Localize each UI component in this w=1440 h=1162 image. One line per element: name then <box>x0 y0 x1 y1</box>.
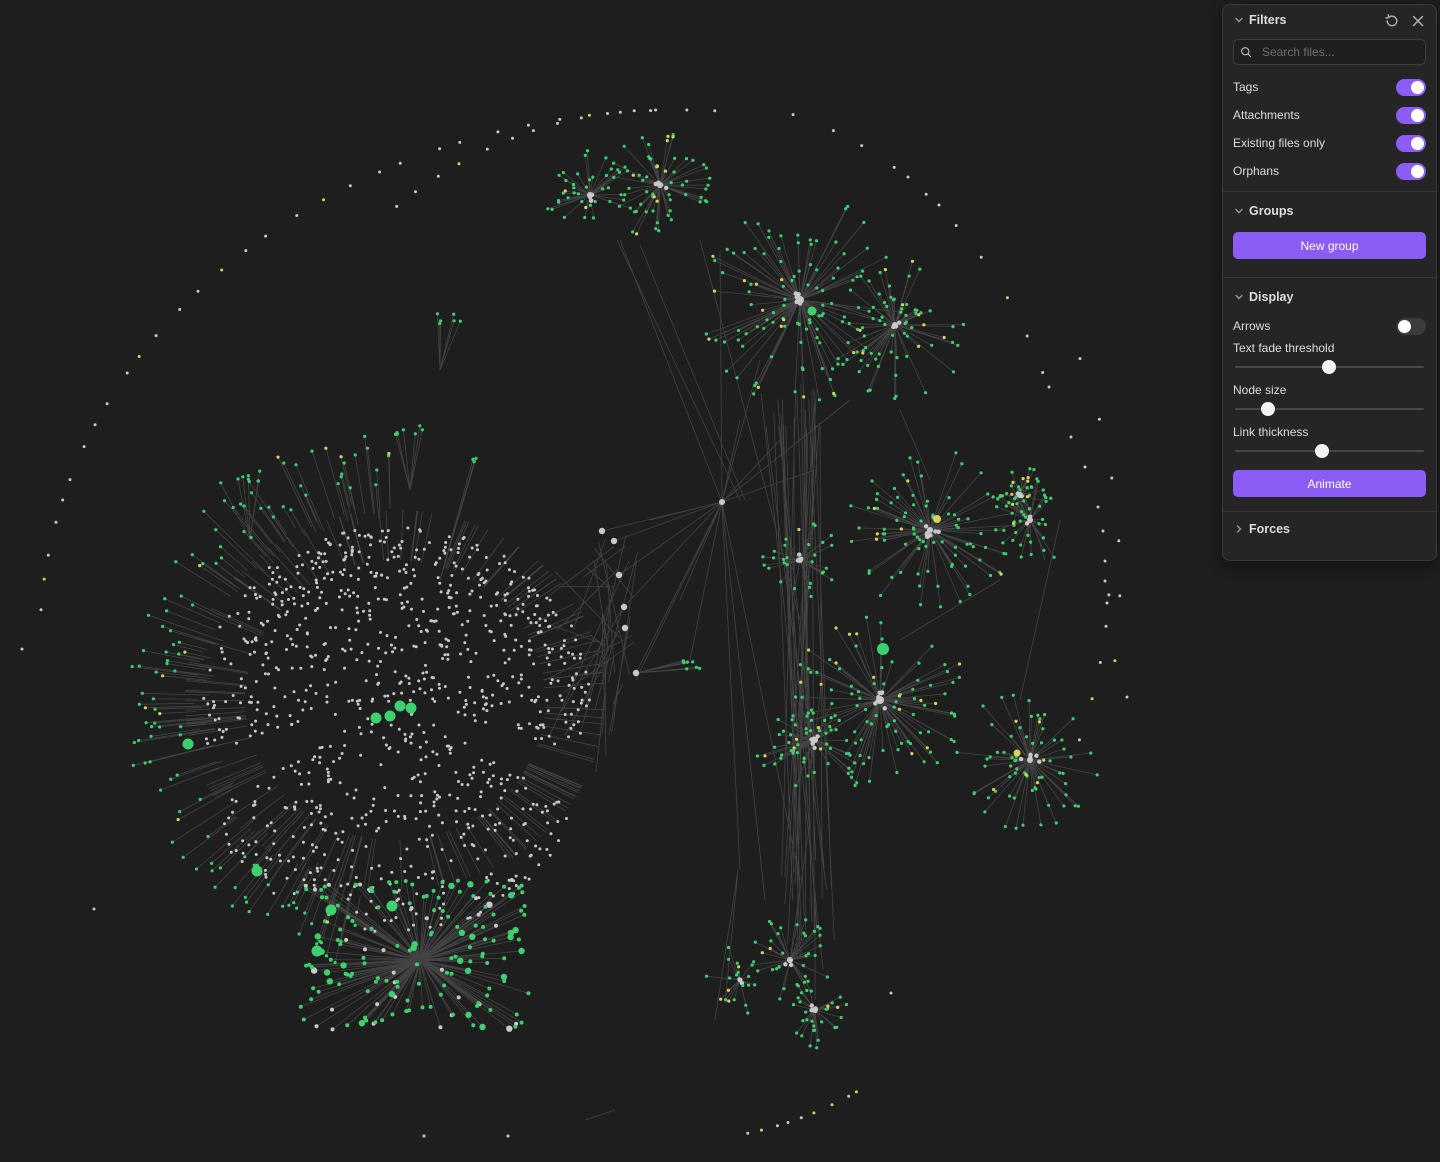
slider-thumb[interactable] <box>1322 360 1336 374</box>
attachments-label: Attachments <box>1233 108 1300 122</box>
link-thickness-control: Link thickness <box>1223 424 1436 462</box>
forces-header[interactable]: Forces <box>1223 514 1436 544</box>
chevron-down-icon <box>1235 208 1243 214</box>
attachments-toggle[interactable] <box>1396 106 1426 124</box>
orphans-toggle[interactable] <box>1396 162 1426 180</box>
groups-header[interactable]: Groups <box>1223 196 1436 226</box>
toggle-row-tags: Tags <box>1223 73 1436 101</box>
node-size-slider[interactable] <box>1233 398 1426 420</box>
new-group-button[interactable]: New group <box>1233 232 1426 259</box>
filters-section: Filters Tags Attachments <box>1223 5 1436 192</box>
link-thickness-slider[interactable] <box>1233 440 1426 462</box>
chevron-right-icon <box>1236 525 1242 533</box>
text-fade-threshold-label: Text fade threshold <box>1233 341 1335 355</box>
text-fade-threshold-slider[interactable] <box>1233 356 1426 378</box>
search-files-input[interactable] <box>1260 44 1419 60</box>
chevron-down-icon <box>1235 294 1243 300</box>
graph-node-group <box>20 108 1129 1138</box>
toggle-row-existing-files: Existing files only <box>1223 129 1436 157</box>
node-size-control: Node size <box>1223 382 1436 420</box>
search-files-field[interactable] <box>1233 39 1426 65</box>
groups-section: Groups New group <box>1223 192 1436 278</box>
animate-button[interactable]: Animate <box>1233 470 1426 497</box>
toggle-knob <box>1411 164 1424 178</box>
tags-label: Tags <box>1233 80 1259 94</box>
toggle-knob <box>1411 80 1424 94</box>
arrows-label: Arrows <box>1233 319 1271 333</box>
graph-node-group <box>42 113 1117 1132</box>
search-icon <box>1241 47 1252 58</box>
toggle-knob <box>1411 108 1424 122</box>
toggle-row-attachments: Attachments <box>1223 101 1436 129</box>
chevron-down-icon <box>1235 17 1243 23</box>
slider-track <box>1235 450 1424 452</box>
text-fade-threshold-control: Text fade threshold <box>1223 340 1436 378</box>
toggle-knob <box>1398 319 1411 333</box>
arrows-toggle[interactable] <box>1396 317 1426 335</box>
restore-default-icon[interactable] <box>1384 13 1400 29</box>
toggle-row-arrows: Arrows <box>1223 312 1436 340</box>
display-title: Display <box>1249 290 1294 304</box>
link-thickness-label: Link thickness <box>1233 425 1309 439</box>
graph-links <box>132 134 1098 1121</box>
toggle-row-orphans: Orphans <box>1223 157 1436 185</box>
groups-title: Groups <box>1249 204 1294 218</box>
graph-node-group <box>130 133 1099 1050</box>
close-icon[interactable] <box>1410 13 1426 29</box>
toggle-knob <box>1411 136 1424 150</box>
filters-header[interactable]: Filters <box>1223 5 1436 35</box>
display-header[interactable]: Display <box>1223 282 1436 312</box>
graph-settings-panel: Filters Tags Attachments <box>1222 4 1437 561</box>
node-size-label: Node size <box>1233 383 1287 397</box>
tags-toggle[interactable] <box>1396 78 1426 96</box>
slider-thumb[interactable] <box>1261 402 1276 416</box>
forces-title: Forces <box>1249 522 1290 536</box>
slider-thumb[interactable] <box>1314 444 1329 458</box>
orphans-label: Orphans <box>1233 164 1280 178</box>
existing-files-label: Existing files only <box>1233 136 1326 150</box>
forces-section: Forces <box>1223 512 1436 544</box>
display-section: Display Arrows Text fade threshold Node … <box>1223 278 1436 512</box>
filters-title: Filters <box>1249 13 1287 27</box>
existing-files-toggle[interactable] <box>1396 134 1426 152</box>
graph-nodes <box>20 108 1129 1138</box>
